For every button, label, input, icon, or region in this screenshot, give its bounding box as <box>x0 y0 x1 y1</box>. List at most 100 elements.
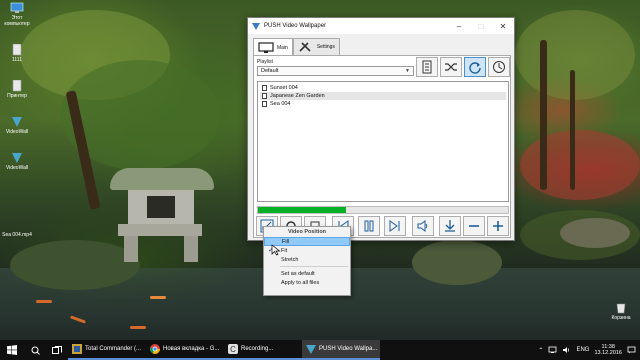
volume-button[interactable] <box>412 216 434 236</box>
notifications-icon[interactable] <box>627 346 636 354</box>
taskbar-recording[interactable]: C Recording... <box>224 340 302 360</box>
playlist-edit-button[interactable] <box>416 57 438 77</box>
koi-fish <box>36 300 52 303</box>
menu-item-stretch[interactable]: Stretch <box>264 255 350 264</box>
tab-label: Settings <box>316 44 335 50</box>
red-maple <box>520 130 640 200</box>
taskbar-push-video-wallpaper[interactable]: PUSH Video Wallpa... <box>302 340 380 360</box>
tab-bar: Main Settings <box>253 38 340 56</box>
close-button[interactable]: ✕ <box>492 18 514 34</box>
recorder-icon: C <box>228 344 238 354</box>
list-item[interactable]: Japanese Zen Garden <box>260 92 506 100</box>
video-position-menu: Video Position Fill ✓ Fit Stretch Set as… <box>263 226 351 296</box>
playback-progress-bar[interactable] <box>257 206 509 214</box>
window-title: PUSH Video Wallpaper <box>264 23 327 29</box>
timer-button[interactable] <box>488 57 510 77</box>
loop-button[interactable] <box>464 57 486 77</box>
speaker-icon <box>417 220 428 232</box>
search-icon <box>31 346 40 355</box>
tab-settings[interactable]: Settings <box>292 38 340 55</box>
download-icon <box>445 220 455 232</box>
menu-item-label: Fill <box>282 238 290 245</box>
desktop-icon-printer[interactable]: Принтер <box>2 80 32 99</box>
playlist-file-list[interactable]: Sunset 004 Japanese Zen Garden Sea 004 <box>257 81 509 202</box>
remove-file-button[interactable] <box>463 216 485 236</box>
playlist-select-value: Default <box>261 68 279 74</box>
file-name: Japanese Zen Garden <box>270 93 325 99</box>
tools-icon <box>299 42 311 52</box>
desktop-icon-videowall[interactable]: VideoWall <box>2 116 32 135</box>
tree-trunk <box>570 70 575 190</box>
lantern-roof <box>110 168 214 190</box>
lantern-legs <box>124 236 198 262</box>
app-icon <box>306 345 316 354</box>
minus-icon <box>469 225 479 227</box>
task-view-button[interactable] <box>46 340 68 360</box>
title-bar[interactable]: PUSH Video Wallpaper – □ ✕ <box>248 18 514 34</box>
progress-fill <box>258 207 346 213</box>
language-indicator[interactable]: ENG <box>576 347 589 353</box>
mossy-rock <box>412 240 502 285</box>
chrome-icon <box>150 344 160 354</box>
shuffle-icon <box>445 63 457 71</box>
desktop-icon-recycle-bin[interactable]: Корзина <box>604 302 638 321</box>
list-item[interactable]: Sunset 004 <box>260 84 506 92</box>
lantern-base <box>118 224 202 236</box>
minimize-button[interactable]: – <box>448 18 470 34</box>
task-label: Новая вкладка - G... <box>163 346 220 352</box>
download-button[interactable] <box>439 216 461 236</box>
start-button[interactable] <box>0 340 24 360</box>
document-icon <box>422 60 432 74</box>
tab-label: Main <box>277 44 288 51</box>
network-icon[interactable] <box>548 346 557 354</box>
task-label: Total Commander (... <box>85 346 142 352</box>
playlist-select[interactable]: Default ▼ <box>257 66 414 76</box>
desktop-icon-label: Sea 004.mp4 <box>2 232 32 238</box>
clock-icon <box>493 61 505 73</box>
computer-icon <box>10 2 24 13</box>
desktop-icon-label: 1111 <box>11 57 22 63</box>
desktop-icon-this-pc[interactable]: Этот компьютер <box>2 2 32 27</box>
add-file-button[interactable] <box>487 216 509 236</box>
tab-main[interactable]: Main <box>253 38 293 56</box>
menu-divider <box>280 266 348 267</box>
playlist-label: Playlist <box>257 59 273 65</box>
video-file-icon <box>262 93 267 99</box>
taskbar: Total Commander (... Новая вкладка - G..… <box>0 340 640 360</box>
volume-icon[interactable] <box>562 346 571 354</box>
file-icon <box>12 80 22 92</box>
desktop-icon-label: Корзина <box>611 315 631 321</box>
menu-item-label: Fit <box>281 247 288 254</box>
recycle-bin-icon <box>616 303 626 314</box>
task-view-icon <box>52 345 62 354</box>
clock[interactable]: 11:38 13.12.2016 <box>594 344 622 357</box>
search-button[interactable] <box>24 340 46 360</box>
next-button[interactable] <box>384 216 406 236</box>
file-icon <box>12 44 22 56</box>
menu-item-apply-to-all[interactable]: Apply to all files <box>264 278 350 287</box>
desktop-icon-sea-004[interactable]: Sea 004.mp4 <box>2 232 32 238</box>
menu-header: Video Position <box>287 229 327 235</box>
videowall-icon <box>12 153 22 163</box>
menu-item-label: Apply to all files <box>281 279 320 286</box>
shuffle-button[interactable] <box>440 57 462 77</box>
tray-chevron-icon[interactable]: ⌃ <box>538 347 543 354</box>
file-name: Sunset 004 <box>270 85 298 91</box>
taskbar-chrome[interactable]: Новая вкладка - G... <box>146 340 224 360</box>
desktop-icon-1111[interactable]: 1111 <box>2 44 32 63</box>
app-icon <box>252 23 260 30</box>
maximize-button[interactable]: □ <box>470 18 492 34</box>
pause-button[interactable] <box>358 216 380 236</box>
foliage <box>515 10 635 100</box>
video-file-icon <box>262 85 267 91</box>
mossy-rock <box>10 240 140 290</box>
task-label: PUSH Video Wallpa... <box>319 346 378 352</box>
menu-item-set-as-default[interactable]: Set as default <box>264 269 350 278</box>
desktop-icon-videowall-2[interactable]: VideoWall <box>2 152 32 171</box>
tree-trunk <box>540 40 547 190</box>
desktop-icon-label: VideoWall <box>5 129 29 135</box>
desktop-icon-label: VideoWall <box>5 165 29 171</box>
pause-icon <box>364 220 374 232</box>
taskbar-total-commander[interactable]: Total Commander (... <box>68 340 146 360</box>
list-item[interactable]: Sea 004 <box>260 100 506 108</box>
